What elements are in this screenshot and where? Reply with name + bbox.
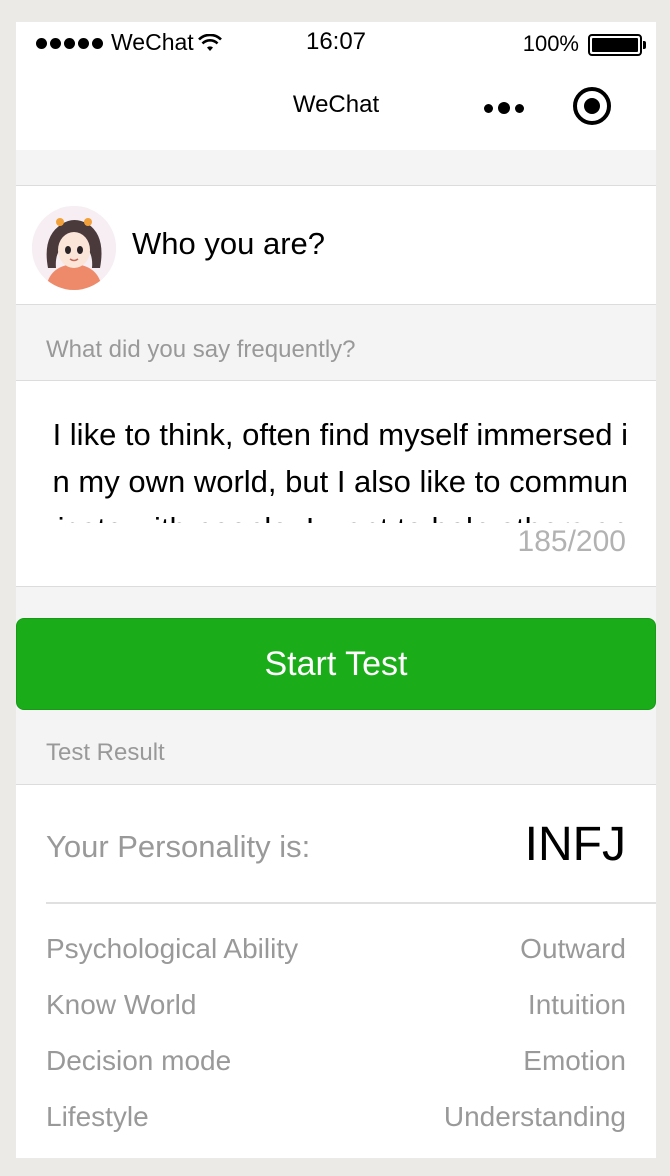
nav-title: WeChat: [292, 91, 380, 118]
phone-screen: WeChat 16:07 100% WeChat Who you are? Wh…: [16, 22, 656, 1158]
trait-row: Know World Intuition: [46, 989, 626, 1029]
character-counter: 185/200: [517, 525, 626, 558]
trait-key: Lifestyle: [46, 1101, 149, 1132]
status-bar: WeChat 16:07 100%: [16, 22, 656, 62]
avatar[interactable]: [32, 206, 116, 290]
more-dots-icon[interactable]: [484, 102, 524, 114]
phrase-textarea[interactable]: I like to think, often find myself immer…: [46, 411, 628, 523]
trait-value: Understanding: [443, 1101, 626, 1132]
start-test-button[interactable]: Start Test: [16, 618, 656, 710]
profile-name: Who you are?: [132, 226, 325, 261]
text-input-card: I like to think, often find myself immer…: [16, 380, 656, 587]
trait-key: Know World: [46, 989, 197, 1020]
close-circle-icon[interactable]: [573, 87, 611, 125]
result-card: Your Personality is: INFJ Psychological …: [16, 784, 656, 1158]
result-section-label: Test Result: [46, 739, 165, 766]
trait-key: Psychological Ability: [46, 933, 299, 964]
trait-key: Decision mode: [46, 1045, 232, 1076]
divider: [46, 902, 656, 904]
trait-value: Outward: [520, 933, 626, 964]
trait-row: Psychological Ability Outward: [46, 933, 626, 973]
trait-row: Lifestyle Understanding: [46, 1101, 626, 1141]
textarea-viewport: I like to think, often find myself immer…: [46, 411, 628, 523]
personality-label: Your Personality is:: [46, 829, 311, 864]
battery-icon: [588, 34, 646, 56]
input-section-label: What did you say frequently?: [46, 336, 356, 363]
trait-row: Decision mode Emotion: [46, 1045, 626, 1085]
battery-percent: 100%: [522, 31, 579, 56]
trait-value: Intuition: [527, 989, 626, 1020]
personality-value: INFJ: [524, 818, 626, 871]
profile-card: Who you are?: [16, 185, 656, 305]
trait-value: Emotion: [523, 1045, 626, 1076]
navigation-bar: WeChat: [16, 62, 656, 150]
